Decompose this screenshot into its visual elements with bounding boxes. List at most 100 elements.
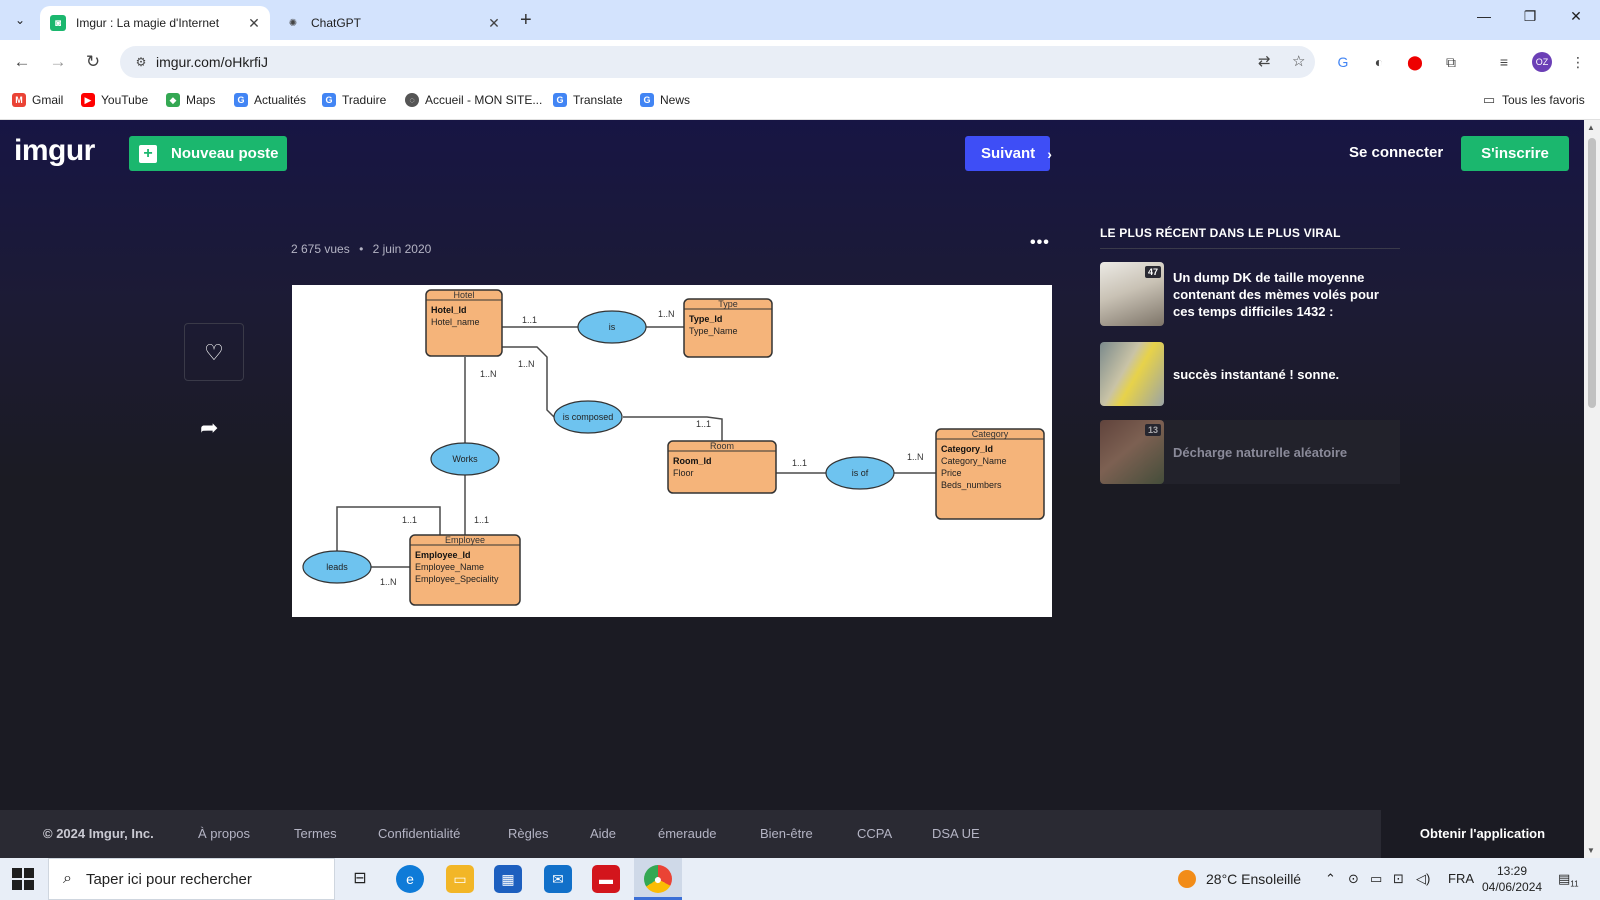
tab-chatgpt[interactable]: ✺ ChatGPT ✕ <box>275 6 510 40</box>
chrome-icon[interactable]: ● <box>644 865 672 893</box>
news-icon: G <box>640 93 654 107</box>
footer-link-about[interactable]: À propos <box>198 826 250 841</box>
footer-link-rules[interactable]: Règles <box>508 826 548 841</box>
login-link[interactable]: Se connecter <box>1349 144 1443 161</box>
new-tab-icon[interactable]: + <box>520 9 532 32</box>
tab-search-icon[interactable]: ⌄ <box>8 8 32 32</box>
network-icon[interactable]: ⊡ <box>1393 871 1404 887</box>
battery-icon[interactable]: ▭ <box>1370 871 1382 887</box>
profile-avatar[interactable]: OZ <box>1532 52 1552 72</box>
back-icon[interactable]: ← <box>11 51 33 73</box>
entity-key: Room_Id <box>673 456 712 466</box>
file-explorer-icon[interactable]: ▭ <box>446 865 474 893</box>
minimize-icon[interactable]: — <box>1474 8 1494 24</box>
globe-icon: ◌ <box>405 93 419 107</box>
image-count-badge: 47 <box>1144 266 1161 278</box>
input-language[interactable]: FRA <box>1448 871 1474 886</box>
mail-icon[interactable]: ✉ <box>544 865 572 893</box>
entity-attr: Hotel_name <box>431 317 480 327</box>
all-bookmarks[interactable]: ▭ Tous les favoris <box>1482 92 1585 107</box>
google-translate-extension-icon[interactable]: G <box>1333 52 1353 72</box>
url-text[interactable]: imgur.com/oHkrfiJ <box>156 54 268 70</box>
share-arrow-icon[interactable]: ➦ <box>200 415 218 441</box>
restore-icon[interactable]: ❐ <box>1520 8 1540 25</box>
viral-post-title: Un dump DK de taille moyenne contenant d… <box>1173 269 1379 319</box>
favorite-button[interactable]: ♡ <box>184 323 244 381</box>
page-scrollbar[interactable]: ▲ ▼ <box>1584 120 1600 858</box>
taskbar-search[interactable]: ⌕ Taper ici pour rechercher <box>48 858 335 900</box>
notification-count: 11 <box>1570 879 1579 889</box>
post-meta: 2 675 vues • 2 juin 2020 <box>291 242 437 256</box>
new-post-label: Nouveau poste <box>171 145 279 162</box>
chevron-up-icon[interactable]: ⌃ <box>1325 871 1336 887</box>
scroll-up-icon[interactable]: ▲ <box>1587 123 1595 132</box>
footer-link-ccpa[interactable]: CCPA <box>857 826 892 841</box>
viral-post[interactable]: succès instantané ! sonne. <box>1100 342 1400 406</box>
footer-link-wellbeing[interactable]: Bien-être <box>760 826 813 841</box>
bookmark-gmail[interactable]: M Gmail <box>12 93 63 107</box>
bookmark-star-icon[interactable]: ☆ <box>1292 52 1305 70</box>
bookmark-maps[interactable]: ◆ Maps <box>166 93 215 107</box>
imgur-favicon-icon: ◙ <box>50 15 66 31</box>
bookmark-youtube[interactable]: ▶ YouTube <box>81 93 148 107</box>
bookmark-news[interactable]: G News <box>640 93 690 107</box>
meet-now-icon[interactable]: ⊙ <box>1348 871 1359 887</box>
new-post-button[interactable]: + Nouveau poste <box>129 136 287 171</box>
scroll-down-icon[interactable]: ▼ <box>1587 846 1595 855</box>
post-image[interactable]: Hotel Hotel_Id Hotel_name Type Type_Id T… <box>292 285 1052 617</box>
adblock-extension-icon[interactable]: ⬤ <box>1405 52 1425 72</box>
notification-icon[interactable]: ▤11 <box>1558 871 1579 889</box>
signup-button[interactable]: S'inscrire <box>1461 136 1569 171</box>
entity-title: Type <box>718 299 738 309</box>
more-options-icon[interactable]: ••• <box>1030 234 1050 252</box>
next-button[interactable]: Suivant › <box>965 136 1052 171</box>
site-info-icon[interactable]: ⚙ <box>126 55 156 69</box>
viral-post[interactable]: 47 Un dump DK de taille moyenne contenan… <box>1100 262 1400 326</box>
entity-attr: Type_Name <box>689 326 738 336</box>
cardinality-label: 1..1 <box>474 515 489 525</box>
bookmark-traduire[interactable]: G Traduire <box>322 93 386 107</box>
forward-icon[interactable]: → <box>47 51 69 73</box>
viral-post[interactable]: 13 Décharge naturelle aléatoire <box>1100 420 1400 484</box>
task-view-icon[interactable]: ⊟ <box>346 865 374 893</box>
address-bar[interactable]: ⚙ imgur.com/oHkrfiJ ⇄ ☆ <box>120 46 1315 78</box>
reload-icon[interactable]: ↻ <box>82 51 104 73</box>
tab-imgur[interactable]: ◙ Imgur : La magie d'Internet ✕ <box>40 6 270 40</box>
bookmark-translate[interactable]: G Translate <box>553 93 623 107</box>
entity-employee: Employee Employee_Id Employee_Name Emplo… <box>409 534 521 606</box>
footer-link-emerald[interactable]: émeraude <box>658 826 717 841</box>
close-tab-icon[interactable]: ✕ <box>484 15 504 32</box>
translate-icon[interactable]: ⇄ <box>1258 52 1271 70</box>
media-control-icon[interactable]: ≡ <box>1494 52 1514 72</box>
bookmarks-bar: M Gmail ▶ YouTube ◆ Maps G Actualités G Tradu… <box>0 84 1600 120</box>
footer-link-dsa[interactable]: DSA UE <box>932 826 980 841</box>
volume-icon[interactable]: ◁) <box>1416 871 1430 887</box>
system-clock[interactable]: 13:29 04/06/2024 <box>1482 863 1542 895</box>
bookmark-mon-site[interactable]: ◌ Accueil - MON SITE... <box>405 93 542 107</box>
scrollbar-thumb[interactable] <box>1588 138 1596 408</box>
menu-kebab-icon[interactable]: ⋮ <box>1568 52 1588 72</box>
edge-browser-icon[interactable]: e <box>396 865 424 893</box>
extensions-puzzle-icon[interactable]: ⧉ <box>1441 52 1461 72</box>
view-count: 2 675 vues <box>291 242 350 256</box>
search-placeholder: Taper ici pour rechercher <box>85 870 252 888</box>
windows-start-icon[interactable] <box>12 868 34 890</box>
extension-icon[interactable]: ◐ <box>1369 52 1389 72</box>
bookmark-label: Gmail <box>32 93 64 107</box>
bookmark-actualites[interactable]: G Actualités <box>234 93 306 107</box>
footer-link-privacy[interactable]: Confidentialité <box>378 826 460 841</box>
entity-title: Employee <box>445 535 485 545</box>
footer-link-help[interactable]: Aide <box>590 826 616 841</box>
opera-profile-icon[interactable]: ▬ <box>592 865 620 893</box>
imgur-logo[interactable]: imgur <box>14 134 95 168</box>
microsoft-store-icon[interactable]: ▦ <box>494 865 522 893</box>
close-window-icon[interactable]: ✕ <box>1566 8 1586 25</box>
cardinality-label: 1..1 <box>696 419 711 429</box>
weather-widget[interactable]: 28°C Ensoleillé <box>1178 870 1301 888</box>
footer-link-terms[interactable]: Termes <box>294 826 337 841</box>
entity-title: Hotel <box>453 290 474 300</box>
close-tab-icon[interactable]: ✕ <box>244 15 264 32</box>
get-app-button[interactable]: Obtenir l'application <box>1381 810 1584 858</box>
relation-label: is <box>609 322 616 332</box>
sun-icon <box>1178 870 1196 888</box>
